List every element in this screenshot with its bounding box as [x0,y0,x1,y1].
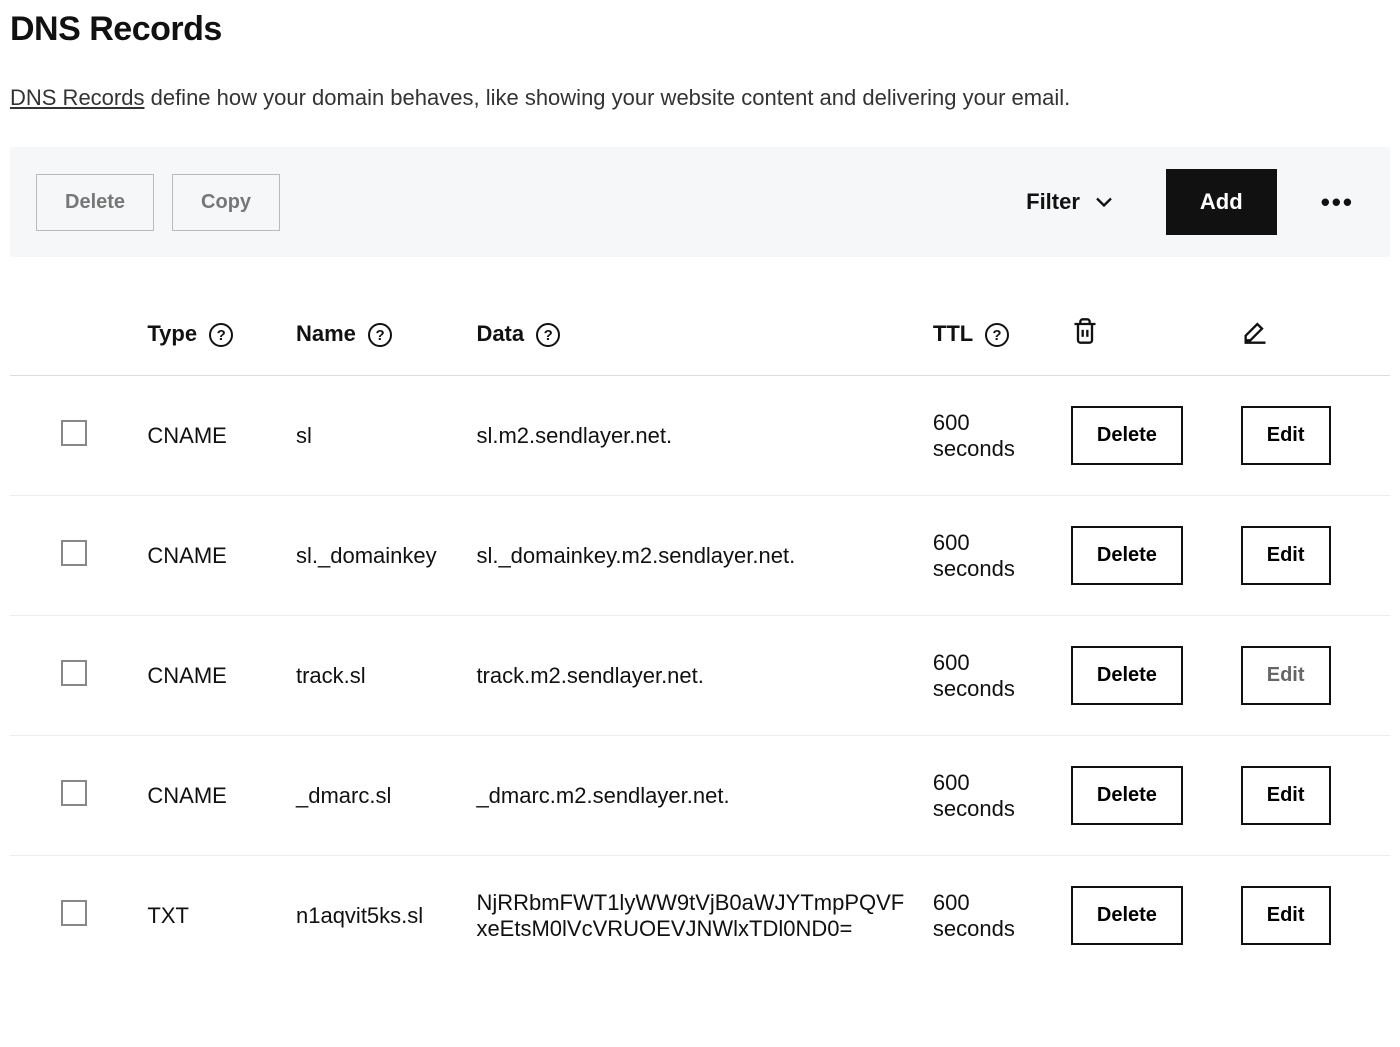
cell-data: sl._domainkey.m2.sendlayer.net. [466,496,922,616]
trash-icon [1071,317,1099,345]
col-header-type: Type ? [137,297,286,376]
row-edit-button[interactable]: Edit [1241,766,1331,825]
copy-button[interactable]: Copy [172,174,280,231]
row-delete-button[interactable]: Delete [1071,886,1183,945]
row-checkbox[interactable] [61,780,87,806]
col-header-name: Name ? [286,297,466,376]
help-icon[interactable]: ? [985,323,1009,347]
page-title: DNS Records [10,10,1390,49]
toolbar: Delete Copy Filter Add ••• [10,147,1390,257]
row-delete-button[interactable]: Delete [1071,526,1183,585]
help-icon[interactable]: ? [536,323,560,347]
cell-ttl: 600 seconds [923,616,1061,736]
cell-ttl: 600 seconds [923,736,1061,856]
dns-records-link[interactable]: DNS Records [10,85,144,110]
cell-type: CNAME [137,616,286,736]
row-delete-button[interactable]: Delete [1071,766,1183,825]
cell-name: track.sl [286,616,466,736]
row-edit-button[interactable]: Edit [1241,886,1331,945]
cell-data: sl.m2.sendlayer.net. [466,376,922,496]
row-checkbox[interactable] [61,660,87,686]
delete-button[interactable]: Delete [36,174,154,231]
page-description: DNS Records define how your domain behav… [10,85,1390,111]
cell-data: track.m2.sendlayer.net. [466,616,922,736]
table-row: CNAME sl sl.m2.sendlayer.net. 600 second… [10,376,1390,496]
row-checkbox[interactable] [61,540,87,566]
help-icon[interactable]: ? [209,323,233,347]
more-menu-button[interactable]: ••• [1321,187,1354,218]
cell-ttl: 600 seconds [923,376,1061,496]
cell-data: _dmarc.m2.sendlayer.net. [466,736,922,856]
cell-type: CNAME [137,376,286,496]
cell-name: n1aqvit5ks.sl [286,856,466,976]
row-delete-button[interactable]: Delete [1071,646,1183,705]
help-icon[interactable]: ? [368,323,392,347]
cell-type: CNAME [137,736,286,856]
filter-dropdown[interactable]: Filter [1026,188,1118,216]
dns-records-table: Type ? Name ? Data ? TTL ? [10,297,1390,975]
col-header-ttl: TTL ? [923,297,1061,376]
col-header-edit [1231,297,1390,376]
cell-name: sl._domainkey [286,496,466,616]
description-text: define how your domain behaves, like sho… [144,85,1070,110]
col-header-delete [1061,297,1231,376]
edit-icon [1241,317,1269,345]
col-header-data: Data ? [466,297,922,376]
table-header-row: Type ? Name ? Data ? TTL ? [10,297,1390,376]
add-button[interactable]: Add [1166,169,1277,235]
row-edit-button[interactable]: Edit [1241,526,1331,585]
cell-name: sl [286,376,466,496]
table-row: CNAME sl._domainkey sl._domainkey.m2.sen… [10,496,1390,616]
row-edit-button[interactable]: Edit [1241,406,1331,465]
row-edit-button[interactable]: Edit [1241,646,1331,705]
cell-ttl: 600 seconds [923,856,1061,976]
cell-name: _dmarc.sl [286,736,466,856]
cell-data: NjRRbmFWT1lyWW9tVjB0aWJYTmpPQVFxeEtsM0lV… [466,856,922,976]
row-checkbox[interactable] [61,900,87,926]
row-checkbox[interactable] [61,420,87,446]
table-row: TXT n1aqvit5ks.sl NjRRbmFWT1lyWW9tVjB0aW… [10,856,1390,976]
chevron-down-icon [1090,188,1118,216]
filter-label: Filter [1026,189,1080,215]
cell-type: TXT [137,856,286,976]
row-delete-button[interactable]: Delete [1071,406,1183,465]
cell-type: CNAME [137,496,286,616]
table-row: CNAME track.sl track.m2.sendlayer.net. 6… [10,616,1390,736]
cell-ttl: 600 seconds [923,496,1061,616]
table-row: CNAME _dmarc.sl _dmarc.m2.sendlayer.net.… [10,736,1390,856]
